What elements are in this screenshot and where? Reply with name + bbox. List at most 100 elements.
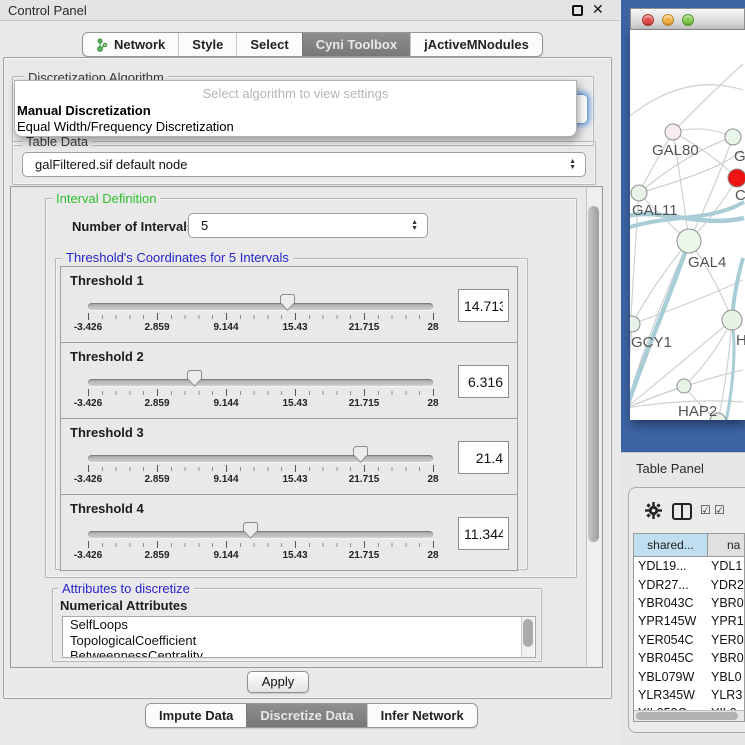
- node-gal80[interactable]: [665, 124, 681, 140]
- popup-option-manual-discretization[interactable]: Manual Discretization: [17, 103, 151, 118]
- node-right[interactable]: [722, 310, 742, 330]
- node-selected-red[interactable]: [728, 169, 745, 187]
- node-top-right[interactable]: [725, 129, 741, 145]
- close-icon[interactable]: ✕: [592, 1, 604, 18]
- zoom-traffic-light-icon[interactable]: [682, 14, 694, 26]
- threshold-1-panel: Threshold 1 -3.4262.8599.14415.4321.7152…: [60, 266, 518, 343]
- slider-major-ticks: [88, 389, 433, 396]
- table-row[interactable]: YDL19...YDL1: [634, 557, 744, 575]
- column-header-shared-name[interactable]: shared...: [634, 534, 708, 556]
- float-window-icon[interactable]: [572, 5, 583, 16]
- network-edge[interactable]: [630, 85, 743, 116]
- thresholds-group-label: Threshold's Coordinates for 5 Intervals: [62, 250, 293, 265]
- num-intervals-spinner[interactable]: 5 ▲▼: [188, 213, 428, 238]
- network-edge[interactable]: [684, 320, 732, 386]
- numerical-attributes-list[interactable]: SelfLoops TopologicalCoefficient Between…: [62, 616, 536, 658]
- threshold-3-panel: Threshold 3 -3.4262.8599.14415.4321.7152…: [60, 418, 518, 495]
- list-item[interactable]: BetweennessCentrality: [63, 648, 535, 658]
- gear-icon[interactable]: [645, 502, 662, 524]
- slider-track[interactable]: [88, 531, 433, 538]
- slider-track[interactable]: [88, 303, 433, 310]
- select-none-checkbox-icon[interactable]: ☑: [714, 503, 725, 517]
- node-label: GAL80: [652, 142, 699, 159]
- horizontal-scrollbar-thumb[interactable]: [636, 712, 738, 720]
- vertical-scrollbar-thumb[interactable]: [588, 206, 599, 542]
- numerical-attributes-label: Numerical Attributes: [60, 598, 187, 613]
- threshold-label: Threshold 2: [70, 349, 144, 364]
- table-row[interactable]: YBR043CYBR0: [634, 594, 744, 612]
- control-panel: Control Panel ✕ Network Style Select Cyn…: [0, 0, 620, 745]
- slider-thumb[interactable]: [353, 446, 368, 463]
- tab-jactivemnodules[interactable]: jActiveMNodules: [410, 33, 542, 56]
- threshold-value-input[interactable]: [458, 517, 509, 550]
- combo-arrows-icon: ▲▼: [569, 159, 576, 171]
- spinner-arrows-icon: ▲▼: [411, 220, 418, 232]
- table-row[interactable]: YDR27...YDR2: [634, 575, 744, 593]
- network-edge[interactable]: [673, 129, 733, 137]
- table-header-row: shared... na: [634, 534, 744, 557]
- control-panel-tabs: Network Style Select Cyni Toolbox jActiv…: [82, 32, 543, 57]
- table-panel-title: Table Panel: [636, 461, 704, 476]
- node-table: shared... na YDL19...YDL1 YDR27...YDR2 Y…: [633, 533, 745, 722]
- node-gcy1[interactable]: [630, 316, 640, 332]
- table-row[interactable]: YER054CYER0: [634, 631, 744, 649]
- tab-cyni-toolbox[interactable]: Cyni Toolbox: [302, 33, 410, 56]
- table-row[interactable]: YLR345WYLR3: [634, 686, 744, 704]
- minimize-traffic-light-icon[interactable]: [662, 14, 674, 26]
- node-label: GA: [734, 148, 745, 165]
- threshold-label: Threshold 3: [70, 425, 144, 440]
- list-scrollbar-thumb[interactable]: [523, 619, 533, 647]
- slider-major-ticks: [88, 313, 433, 320]
- table-row[interactable]: YBL079WYBL0: [634, 667, 744, 685]
- threshold-value-input[interactable]: [458, 365, 509, 398]
- threshold-2-panel: Threshold 2 -3.4262.8599.14415.4321.7152…: [60, 342, 518, 419]
- table-data-combobox[interactable]: galFiltered.sif default node ▲▼: [22, 152, 586, 177]
- slider-track[interactable]: [88, 455, 433, 462]
- node-hap2[interactable]: [677, 379, 691, 393]
- node-label: GAL4: [688, 254, 726, 271]
- tab-discretize-data[interactable]: Discretize Data: [246, 704, 366, 727]
- node-label: HAP2: [678, 403, 717, 420]
- interval-group-label: Interval Definition: [52, 191, 160, 206]
- network-window-titlebar[interactable]: [630, 8, 745, 30]
- threshold-value-input[interactable]: [458, 289, 509, 322]
- node-gal4[interactable]: [677, 229, 701, 253]
- node-label: GAL11: [632, 202, 678, 219]
- tab-select[interactable]: Select: [236, 33, 301, 56]
- network-canvas[interactable]: GAL80GACGAL11GAL4GCY1HHAP2: [630, 30, 745, 420]
- num-intervals-label: Number of Intervals: [72, 219, 194, 234]
- slider-tick-labels: -3.4262.8599.14415.4321.71528: [88, 322, 433, 335]
- select-all-checkbox-icon[interactable]: ☑: [700, 503, 711, 517]
- list-item[interactable]: TopologicalCoefficient: [63, 633, 535, 649]
- network-edge[interactable]: [673, 64, 743, 132]
- panel-title: Control Panel: [8, 3, 87, 18]
- network-icon: [96, 38, 108, 52]
- table-row[interactable]: YBR045CYBR0: [634, 649, 744, 667]
- threshold-value-input[interactable]: [458, 441, 509, 474]
- app-root: { "window": { "title": "Control Panel", …: [0, 0, 745, 745]
- slider-major-ticks: [88, 465, 433, 472]
- threshold-label: Threshold 4: [70, 501, 144, 516]
- threshold-4-panel: Threshold 4 -3.4262.8599.14415.4321.7152…: [60, 494, 518, 571]
- network-edge[interactable]: [689, 241, 732, 320]
- close-traffic-light-icon[interactable]: [642, 14, 654, 26]
- control-panel-titlebar: Control Panel ✕: [0, 0, 620, 21]
- tab-network[interactable]: Network: [83, 33, 178, 56]
- horizontal-scrollbar-track[interactable]: [634, 710, 744, 721]
- table-row[interactable]: YPR145WYPR1: [634, 612, 744, 630]
- popup-option-equal-width[interactable]: Equal Width/Frequency Discretization: [17, 119, 234, 134]
- slider-track[interactable]: [88, 379, 433, 386]
- slider-thumb[interactable]: [243, 522, 258, 539]
- tab-impute-data[interactable]: Impute Data: [146, 704, 246, 727]
- attributes-group-label: Attributes to discretize: [58, 581, 194, 596]
- tab-style[interactable]: Style: [178, 33, 236, 56]
- slider-thumb[interactable]: [280, 294, 295, 311]
- threshold-label: Threshold 1: [70, 273, 144, 288]
- node-gal11[interactable]: [631, 185, 647, 201]
- column-visibility-icon[interactable]: [672, 503, 692, 520]
- apply-button[interactable]: Apply: [247, 671, 309, 693]
- slider-thumb[interactable]: [187, 370, 202, 387]
- tab-infer-network[interactable]: Infer Network: [367, 704, 477, 727]
- list-item[interactable]: SelfLoops: [63, 617, 535, 633]
- column-header-name[interactable]: na: [708, 534, 744, 556]
